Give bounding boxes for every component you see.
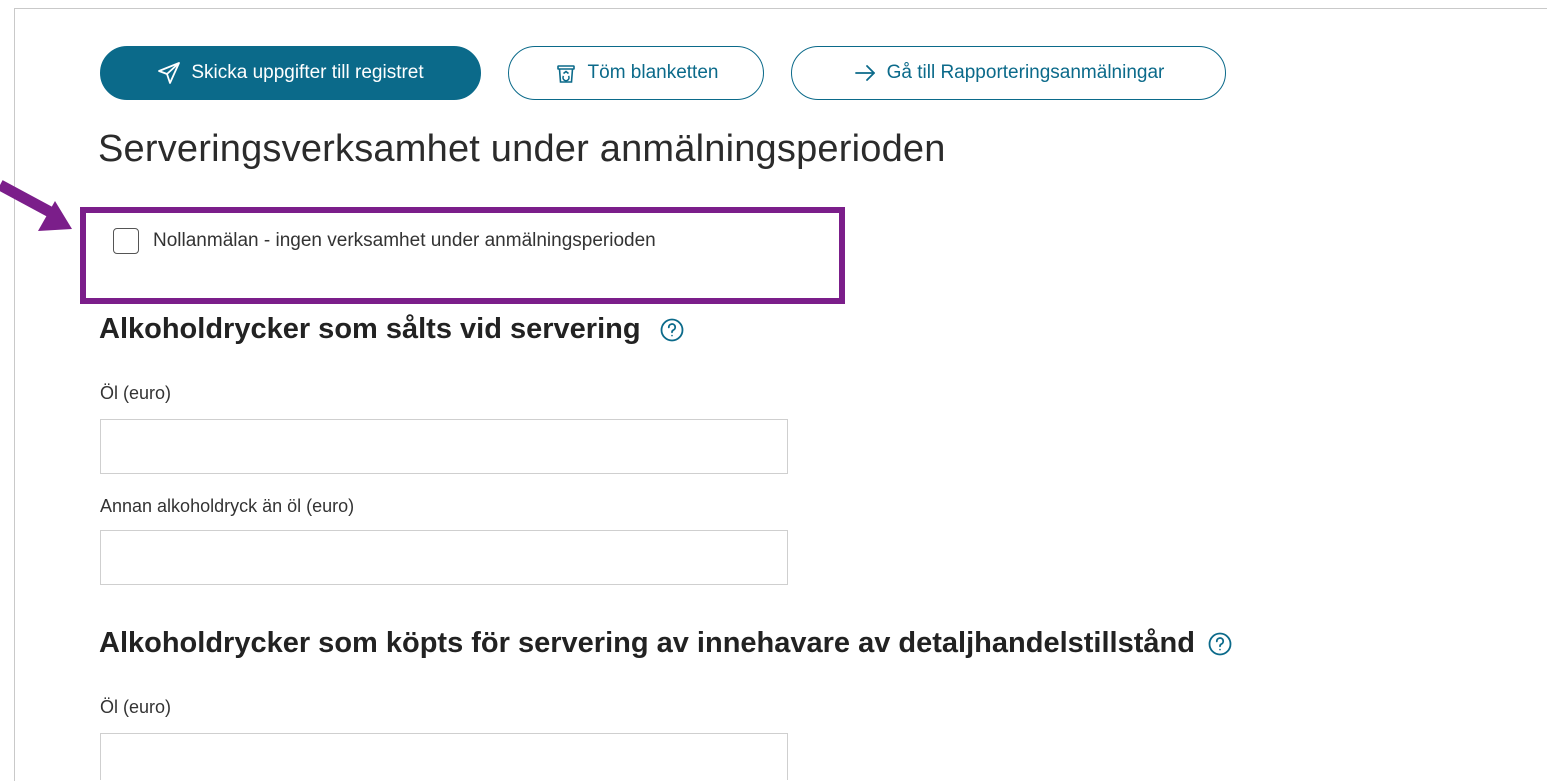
section-heading-sold: Alkoholdrycker som sålts vid servering	[99, 313, 685, 346]
send-button-label: Skicka uppgifter till registret	[191, 62, 424, 83]
help-icon[interactable]	[659, 317, 685, 343]
beer-purchased-label: Öl (euro)	[100, 697, 172, 717]
zero-report-row[interactable]: Nollanmälan - ingen verksamhet under anm…	[113, 228, 656, 254]
paper-plane-icon	[157, 61, 181, 85]
beer-sold-input[interactable]	[100, 419, 788, 474]
beer-purchased-input[interactable]	[100, 733, 788, 780]
section-heading-sold-text: Alkoholdrycker som sålts vid servering	[99, 313, 641, 345]
zero-report-label: Nollanmälan - ingen verksamhet under anm…	[153, 230, 656, 251]
recycle-bin-icon	[554, 61, 578, 85]
arrow-right-icon	[853, 61, 877, 85]
send-to-register-button[interactable]: Skicka uppgifter till registret	[100, 46, 481, 100]
goto-reports-button[interactable]: Gå till Rapporteringsanmälningar	[791, 46, 1226, 100]
other-alcohol-sold-input[interactable]	[100, 530, 788, 585]
beer-label: Öl (euro)	[100, 383, 172, 403]
clear-button-label: Töm blanketten	[587, 62, 719, 83]
zero-report-highlight	[80, 207, 845, 304]
other-alcohol-label: Annan alkoholdryck än öl (euro)	[100, 496, 355, 516]
section-heading-purchased-text: Alkoholdrycker som köpts för servering a…	[99, 627, 1195, 659]
page-title: Serveringsverksamhet under anmälningsper…	[98, 128, 946, 170]
content-frame	[14, 8, 1547, 781]
goto-button-label: Gå till Rapporteringsanmälningar	[886, 62, 1165, 83]
zero-report-checkbox[interactable]	[113, 228, 139, 254]
clear-form-button[interactable]: Töm blanketten	[508, 46, 764, 100]
help-icon[interactable]	[1207, 631, 1233, 657]
section-heading-purchased: Alkoholdrycker som köpts för servering a…	[99, 627, 1233, 660]
